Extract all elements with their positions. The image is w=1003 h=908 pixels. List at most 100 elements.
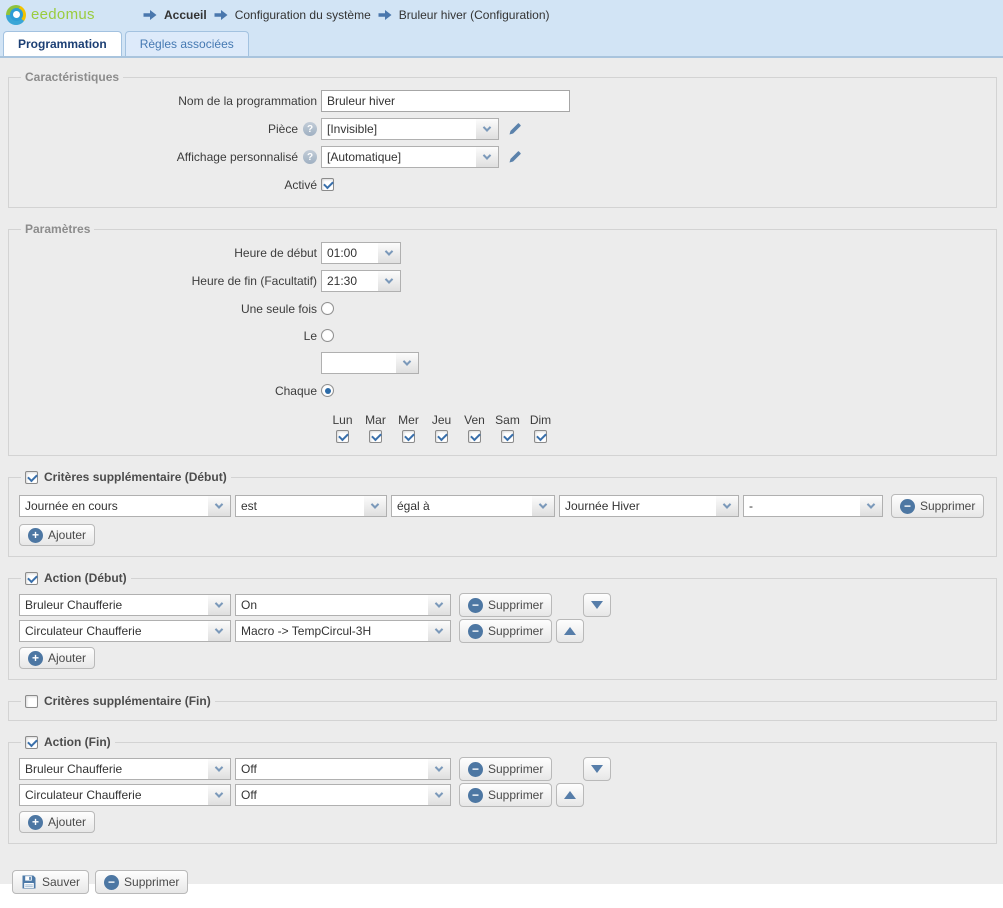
- display-label: Affichage personnalisé: [177, 150, 298, 164]
- add-action-button[interactable]: + Ajouter: [19, 647, 95, 669]
- action-value-select[interactable]: On: [235, 594, 451, 616]
- day-label-mar: Mar: [365, 413, 386, 427]
- chevron-down-icon[interactable]: [208, 759, 230, 779]
- room-select[interactable]: [Invisible]: [321, 118, 499, 140]
- chevron-down-icon[interactable]: [208, 595, 230, 615]
- plus-icon: +: [28, 815, 43, 830]
- end-time-label: Heure de fin (Facultatif): [192, 274, 317, 288]
- each-radio[interactable]: [321, 384, 334, 397]
- delete-criteria-button[interactable]: − Supprimer: [891, 494, 984, 518]
- move-down-button[interactable]: [583, 593, 611, 617]
- tab-regles-associees[interactable]: Règles associées: [125, 31, 249, 56]
- chevron-down-icon[interactable]: [716, 496, 738, 516]
- chevron-down-icon[interactable]: [532, 496, 554, 516]
- criteria-verb-select[interactable]: est: [235, 495, 387, 517]
- on-date-radio[interactable]: [321, 329, 334, 342]
- plus-icon: +: [28, 651, 43, 666]
- chevron-down-icon[interactable]: [860, 496, 882, 516]
- edit-room-pencil-icon[interactable]: [507, 121, 523, 137]
- end-time-select[interactable]: 21:30: [321, 270, 401, 292]
- edit-display-pencil-icon[interactable]: [507, 149, 523, 165]
- minus-icon: −: [900, 499, 915, 514]
- chevron-down-icon[interactable]: [208, 496, 230, 516]
- action-device-select[interactable]: Bruleur Chaufferie: [19, 594, 231, 616]
- footer-actions: Sauver − Supprimer: [12, 870, 1003, 894]
- main-content: Caractéristiques Nom de la programmation…: [0, 58, 1003, 884]
- move-up-button[interactable]: [556, 619, 584, 643]
- move-up-button[interactable]: [556, 783, 584, 807]
- criteres-fin-checkbox[interactable]: [25, 695, 38, 708]
- name-label: Nom de la programmation: [178, 94, 317, 108]
- action-fin-checkbox[interactable]: [25, 736, 38, 749]
- help-icon[interactable]: ?: [303, 150, 317, 164]
- criteria-extra-select[interactable]: -: [743, 495, 883, 517]
- chevron-down-icon[interactable]: [476, 147, 498, 167]
- day-label-lun: Lun: [332, 413, 352, 427]
- save-icon: [21, 874, 37, 890]
- once-radio[interactable]: [321, 302, 334, 315]
- delete-action-button[interactable]: − Supprimer: [459, 593, 552, 617]
- chevron-down-icon[interactable]: [428, 759, 450, 779]
- help-icon[interactable]: ?: [303, 122, 317, 136]
- delete-action-button[interactable]: − Supprimer: [459, 783, 552, 807]
- start-time-select[interactable]: 01:00: [321, 242, 401, 264]
- chevron-down-icon[interactable]: [378, 271, 400, 291]
- criteria-device-select[interactable]: Journée en cours: [19, 495, 231, 517]
- chevron-down-icon[interactable]: [378, 243, 400, 263]
- eedomus-logo[interactable]: eedomus: [6, 5, 131, 25]
- arrow-down-icon: [591, 765, 603, 773]
- save-button[interactable]: Sauver: [12, 870, 89, 894]
- chevron-down-icon[interactable]: [428, 785, 450, 805]
- action-value-select[interactable]: Off: [235, 758, 451, 780]
- chevron-down-icon[interactable]: [208, 621, 230, 641]
- day-checkbox-dim[interactable]: [534, 430, 547, 443]
- action-debut-checkbox[interactable]: [25, 572, 38, 585]
- action-device-select[interactable]: Circulateur Chaufferie: [19, 784, 231, 806]
- add-criteria-button[interactable]: + Ajouter: [19, 524, 95, 546]
- chevron-down-icon[interactable]: [428, 621, 450, 641]
- section-criteres-debut: Critères supplémentaire (Début) Journée …: [8, 470, 997, 557]
- criteria-operator-select[interactable]: égal à: [391, 495, 555, 517]
- day-checkbox-mar[interactable]: [369, 430, 382, 443]
- delete-action-button[interactable]: − Supprimer: [459, 619, 552, 643]
- chevron-down-icon[interactable]: [364, 496, 386, 516]
- chevron-down-icon[interactable]: [396, 353, 418, 373]
- day-checkbox-jeu[interactable]: [435, 430, 448, 443]
- criteres-debut-checkbox[interactable]: [25, 471, 38, 484]
- header: eedomus Accueil Configuration du système…: [0, 0, 1003, 29]
- action-value-select[interactable]: Macro -> TempCircul-3H: [235, 620, 451, 642]
- add-action-button[interactable]: + Ajouter: [19, 811, 95, 833]
- breadcrumb-item-accueil[interactable]: Accueil: [164, 8, 207, 22]
- breadcrumb-item-configuration[interactable]: Configuration du système: [235, 8, 371, 22]
- once-label: Une seule fois: [241, 302, 317, 316]
- action-fin-legend: Action (Fin): [44, 735, 111, 749]
- section-parametres-legend: Paramètres: [21, 222, 94, 236]
- display-select[interactable]: [Automatique]: [321, 146, 499, 168]
- day-checkbox-mer[interactable]: [402, 430, 415, 443]
- action-device-select[interactable]: Bruleur Chaufferie: [19, 758, 231, 780]
- criteres-debut-legend: Critères supplémentaire (Début): [44, 470, 227, 484]
- chevron-down-icon[interactable]: [476, 119, 498, 139]
- eedomus-logo-icon: [6, 5, 26, 25]
- day-checkbox-sam[interactable]: [501, 430, 514, 443]
- day-label-dim: Dim: [530, 413, 551, 427]
- move-down-button[interactable]: [583, 757, 611, 781]
- action-value-select[interactable]: Off: [235, 784, 451, 806]
- chevron-down-icon[interactable]: [428, 595, 450, 615]
- action-device-select[interactable]: Circulateur Chaufferie: [19, 620, 231, 642]
- breadcrumb-item-current: Bruleur hiver (Configuration): [399, 8, 550, 22]
- breadcrumb-arrow-icon: [143, 10, 157, 20]
- tab-programmation[interactable]: Programmation: [3, 31, 122, 56]
- delete-program-button[interactable]: − Supprimer: [95, 870, 188, 894]
- day-checkbox-ven[interactable]: [468, 430, 481, 443]
- delete-action-button[interactable]: − Supprimer: [459, 757, 552, 781]
- active-checkbox[interactable]: [321, 178, 334, 191]
- name-input[interactable]: [321, 90, 570, 112]
- day-checkbox-lun[interactable]: [336, 430, 349, 443]
- date-select[interactable]: [321, 352, 419, 374]
- criteria-value-select[interactable]: Journée Hiver: [559, 495, 739, 517]
- chevron-down-icon[interactable]: [208, 785, 230, 805]
- minus-icon: −: [468, 624, 483, 639]
- section-action-debut: Action (Début) Bruleur Chaufferie On − S…: [8, 571, 997, 680]
- section-parametres: Paramètres Heure de début 01:00 Heure de…: [8, 222, 997, 456]
